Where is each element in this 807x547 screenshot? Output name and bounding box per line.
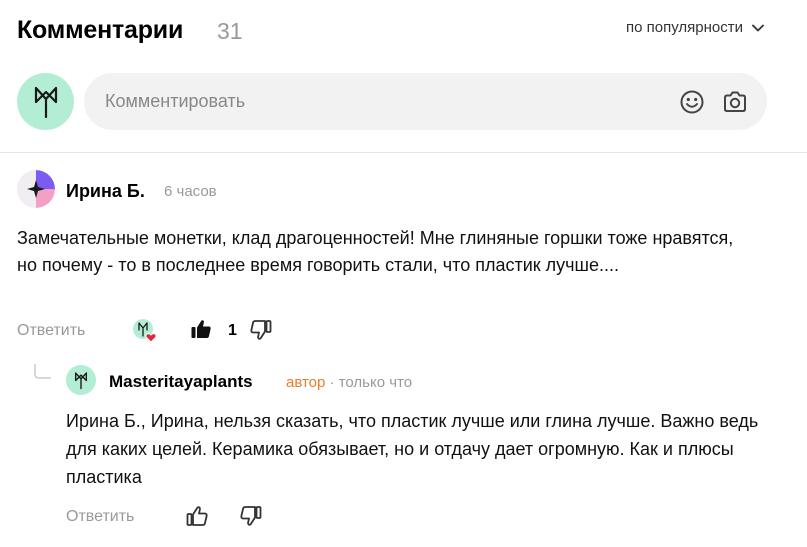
avatar[interactable] [66, 365, 96, 395]
comment-actions: Ответить 1 [17, 318, 317, 344]
camera-icon[interactable] [722, 89, 748, 115]
reply-meta: автор · только что [286, 374, 412, 391]
chevron-down-icon [752, 24, 764, 31]
comment-composer [17, 73, 767, 130]
comments-title: Комментарии [17, 16, 184, 44]
comment-author[interactable]: Ирина Б. [66, 181, 145, 202]
comments-header: Комментарии 31 по популярности [17, 14, 765, 50]
author-badge: автор [286, 374, 326, 391]
current-user-avatar [17, 73, 74, 130]
thumbs-up-icon[interactable] [190, 318, 212, 340]
emoji-icon[interactable] [679, 89, 705, 115]
reply-author[interactable]: Masteritayaplants [109, 372, 253, 392]
comment-input[interactable] [84, 73, 644, 130]
user-avatar-image [17, 170, 55, 208]
avatar[interactable] [17, 170, 55, 208]
reply-time: только что [338, 374, 413, 391]
thumbs-down-icon[interactable] [240, 505, 262, 527]
section-divider [0, 152, 807, 153]
reply-separator: · [325, 374, 339, 391]
reply-thread-line [34, 364, 51, 379]
sort-dropdown[interactable]: по популярности [626, 19, 765, 36]
author-heart-reaction-icon [133, 319, 157, 343]
thumbs-down-icon[interactable] [250, 319, 272, 341]
reply-text: Ирина Б., Ирина, нельзя сказать, что пла… [66, 411, 759, 487]
reply-actions: Ответить [66, 504, 366, 530]
comment-time: 6 часов [164, 183, 217, 200]
comment-text: Замечательные монетки, клад драгоценност… [17, 228, 734, 275]
reply-button[interactable]: Ответить [17, 322, 85, 340]
channel-logo-icon [74, 371, 88, 389]
reply-button[interactable]: Ответить [66, 508, 134, 526]
comments-count: 31 [217, 18, 243, 44]
like-count: 1 [228, 322, 237, 339]
comment-input-box[interactable] [84, 73, 767, 130]
sort-label: по популярности [626, 19, 743, 36]
channel-logo-icon [34, 86, 57, 118]
thumbs-up-icon[interactable] [186, 505, 208, 527]
